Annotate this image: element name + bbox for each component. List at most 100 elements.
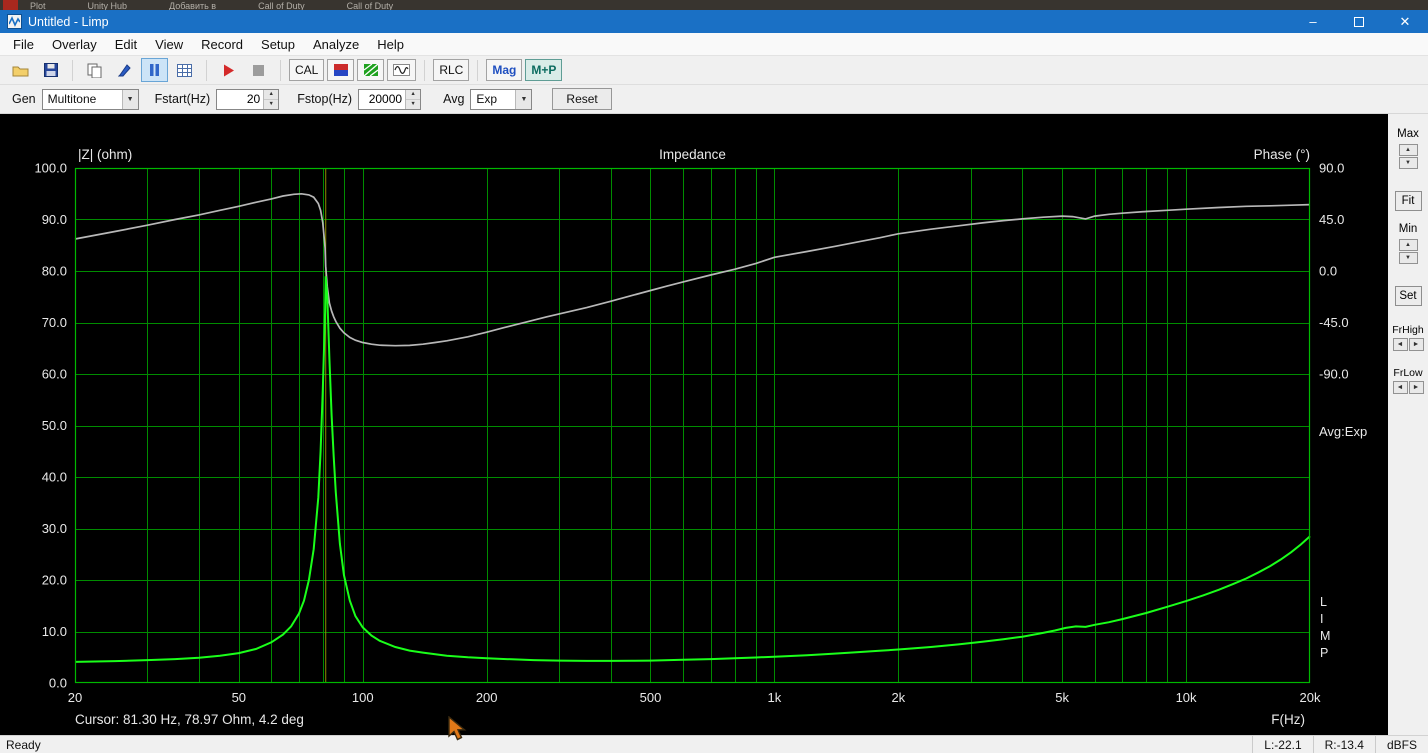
cursor-readout: Cursor: 81.30 Hz, 78.97 Ohm, 4.2 deg xyxy=(75,712,304,727)
right-axis-label: Phase (°) xyxy=(1254,147,1310,162)
main-content: |Z| (ohm) Impedance Phase (°) 100.0 90.0 80.0… xyxy=(0,114,1428,735)
limp-watermark: M xyxy=(1320,629,1330,643)
table-icon xyxy=(177,63,192,77)
record-play-button[interactable] xyxy=(215,58,242,82)
x-axis-label: F(Hz) xyxy=(1271,712,1305,727)
spin-down-icon[interactable]: ▼ xyxy=(264,99,279,109)
menu-edit[interactable]: Edit xyxy=(106,33,146,55)
x-tick-label: 5k xyxy=(1055,690,1069,705)
frlow-label: FrLow xyxy=(1393,367,1423,379)
status-bar: Ready L:-22.1 R:-13.4 dBFS xyxy=(0,735,1428,753)
x-tick-label: 2k xyxy=(891,690,905,705)
min-up-button[interactable]: ▲ xyxy=(1398,239,1418,251)
left-tick-label: 10.0 xyxy=(42,624,67,639)
menu-analyze[interactable]: Analyze xyxy=(304,33,368,55)
chevron-down-icon: ▼ xyxy=(515,89,532,109)
min-down-button[interactable]: ▼ xyxy=(1398,252,1418,264)
chart-grid xyxy=(75,168,1310,683)
right-level-value: R:-13.4 xyxy=(1312,736,1375,753)
chart-canvas: |Z| (ohm) Impedance Phase (°) 100.0 90.0 80.0… xyxy=(34,147,1367,727)
generator-select[interactable]: Multitone ▼ xyxy=(41,88,139,110)
phase-curve xyxy=(74,192,1311,347)
fstop-label: Fstop(Hz) xyxy=(297,92,353,106)
impedance-chart[interactable]: |Z| (ohm) Impedance Phase (°) 100.0 90.0 80.0… xyxy=(0,114,1388,735)
open-folder-icon xyxy=(12,66,29,76)
pen-button[interactable] xyxy=(111,58,138,82)
maximize-button[interactable] xyxy=(1336,10,1382,33)
overlay-grid-button[interactable] xyxy=(357,59,385,81)
close-button[interactable]: ✕ xyxy=(1382,10,1428,33)
fit-button[interactable]: Fit xyxy=(1394,191,1422,211)
generator-bar: Gen Multitone ▼ Fstart(Hz) ▲ ▼ Fstop(Hz)… xyxy=(0,85,1428,114)
minimize-button[interactable]: – xyxy=(1290,10,1336,33)
plot-border xyxy=(74,167,1311,684)
overlay-grid-icon xyxy=(363,64,378,76)
x-tick-label: 100 xyxy=(352,690,374,705)
menu-view[interactable]: View xyxy=(146,33,192,55)
max-up-button[interactable]: ▲ xyxy=(1398,144,1418,156)
avg-select[interactable]: Exp ▼ xyxy=(470,88,533,110)
menu-setup[interactable]: Setup xyxy=(252,33,304,55)
x-tick-label: 20 xyxy=(68,690,82,705)
x-tick-label: 20k xyxy=(1300,690,1321,705)
sine-generator-button[interactable] xyxy=(387,59,417,81)
set-button[interactable]: Set xyxy=(1394,286,1422,306)
copy-button[interactable] xyxy=(81,58,108,82)
frhigh-left-button[interactable]: ◄ xyxy=(1392,338,1408,351)
level-unit: dBFS xyxy=(1374,736,1428,753)
right-tick-label: -45.0 xyxy=(1319,315,1349,330)
copy-icon xyxy=(87,63,102,78)
rlc-button[interactable]: RLC xyxy=(433,59,470,81)
background-tab: Call of Duty xyxy=(258,0,305,10)
menu-record[interactable]: Record xyxy=(192,33,252,55)
fstart-input[interactable] xyxy=(217,89,264,109)
open-file-button[interactable] xyxy=(7,58,34,82)
x-tick-label: 10k xyxy=(1176,690,1197,705)
save-button[interactable] xyxy=(37,58,64,82)
magnitude-view-button[interactable]: Mag xyxy=(486,59,523,81)
background-window-strip: Plot Unity Hub Добавить в Call of Duty C… xyxy=(0,0,1428,10)
reset-button[interactable]: Reset xyxy=(552,88,612,110)
spin-up-icon[interactable]: ▲ xyxy=(406,89,421,100)
right-tick-label: 45.0 xyxy=(1319,212,1344,227)
table-button[interactable] xyxy=(171,58,198,82)
left-tick-label: 90.0 xyxy=(42,212,67,227)
pause-button[interactable] xyxy=(141,58,168,82)
maximize-icon xyxy=(1354,16,1364,27)
max-down-button[interactable]: ▼ xyxy=(1398,157,1418,169)
magnitude-phase-view-button[interactable]: M+P xyxy=(525,59,563,81)
record-stop-button[interactable] xyxy=(245,58,272,82)
fstop-input[interactable] xyxy=(359,89,406,109)
avg-select-value: Exp xyxy=(476,91,498,106)
window-controls: – ✕ xyxy=(1290,10,1428,33)
save-icon xyxy=(43,63,58,77)
spin-up-icon[interactable]: ▲ xyxy=(264,89,279,100)
menu-bar: File Overlay Edit View Record Setup Anal… xyxy=(0,33,1428,56)
left-level-value: L:-22.1 xyxy=(1252,736,1312,753)
left-tick-label: 80.0 xyxy=(42,264,67,279)
toolbar-separator xyxy=(424,59,426,81)
fstart-stepper: ▲ ▼ xyxy=(216,88,280,110)
right-tick-label: -90.0 xyxy=(1319,367,1349,382)
frhigh-right-button[interactable]: ► xyxy=(1408,338,1424,351)
frhigh-stepper: ◄ ► xyxy=(1392,338,1424,351)
background-tab: Plot xyxy=(30,0,46,10)
background-tab: Call of Duty xyxy=(346,0,394,10)
frlow-right-button[interactable]: ► xyxy=(1408,381,1424,394)
frhigh-label: FrHigh xyxy=(1392,324,1424,336)
menu-file[interactable]: File xyxy=(4,33,43,55)
spin-down-icon[interactable]: ▼ xyxy=(406,99,421,109)
toolbar-separator xyxy=(280,59,281,81)
x-tick-label: 500 xyxy=(640,690,662,705)
toolbar: CAL RLC Mag M+P xyxy=(0,56,1428,85)
color-scale-button[interactable] xyxy=(327,59,355,81)
menu-help[interactable]: Help xyxy=(368,33,413,55)
calibrate-button[interactable]: CAL xyxy=(289,59,325,81)
right-tick-label: 90.0 xyxy=(1319,161,1344,176)
play-icon xyxy=(223,64,234,76)
generator-select-value: Multitone xyxy=(47,91,97,106)
menu-overlay[interactable]: Overlay xyxy=(43,33,106,55)
frlow-left-button[interactable]: ◄ xyxy=(1392,381,1408,394)
status-text: Ready xyxy=(6,737,41,752)
background-tab: Unity Hub xyxy=(87,0,128,10)
